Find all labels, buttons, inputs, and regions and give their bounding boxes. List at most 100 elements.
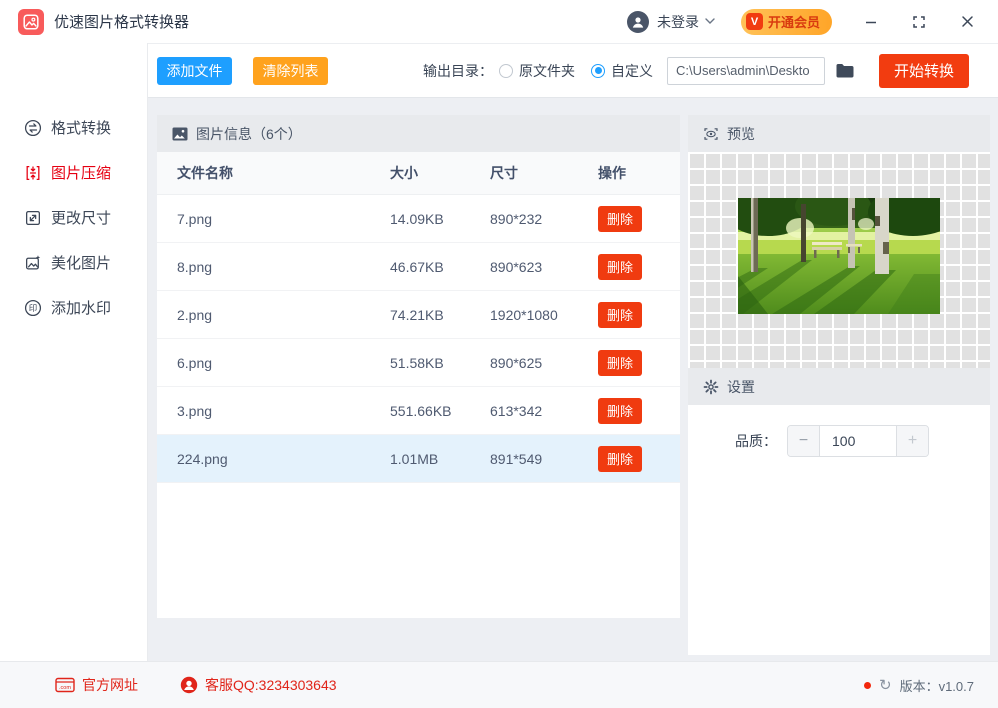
delete-button[interactable]: 删除 [598, 445, 642, 472]
quality-setting: 品质： − + [688, 405, 990, 457]
file-dims-cell: 891*549 [490, 450, 543, 467]
delete-button[interactable]: 删除 [598, 253, 642, 280]
sidebar-item-label: 图片压缩 [51, 165, 112, 182]
sidebar-nav: 格式转换 图片压缩 更改尺寸 美化图片 印 添加水印 [0, 43, 148, 661]
login-status[interactable]: 未登录 [657, 12, 699, 32]
sidebar-item-image-compress[interactable]: 图片压缩 [0, 150, 147, 195]
svg-text:.com: .com [59, 685, 71, 691]
radio-custom[interactable]: 自定义 [591, 61, 653, 81]
app-window: 优速图片格式转换器 未登录 V 开通会员 格式转换 图片压缩 更改尺寸 美化图片… [0, 0, 998, 708]
file-action-cell: 删除 [598, 205, 680, 232]
quality-stepper: − + [787, 425, 929, 457]
file-info-panel: 图片信息（6个） 文件名称 大小 尺寸 操作 7.png 14.09KB 890… [157, 115, 680, 618]
output-dir-label: 输出目录： [423, 62, 493, 79]
file-size-cell: 46.67KB [390, 258, 444, 275]
file-name-cell: 3.png [177, 402, 213, 419]
table-row[interactable]: 8.png 46.67KB 890*623 删除 [157, 243, 680, 291]
quality-input[interactable] [820, 426, 896, 456]
svg-text:印: 印 [29, 303, 37, 313]
file-action-cell: 删除 [598, 253, 680, 280]
preview-image[interactable] [738, 198, 940, 314]
file-size-cell: 1.01MB [390, 450, 439, 467]
version-area: ↻ 版本：v1.0.7 [864, 676, 974, 695]
picture-icon [172, 127, 188, 140]
sidebar-item-label: 格式转换 [51, 120, 112, 137]
file-info-title: 图片信息（6个） [196, 125, 302, 142]
service-qq-label: 客服QQ:3234303643 [205, 677, 337, 693]
user-avatar-icon[interactable] [626, 10, 649, 33]
col-dimensions: 尺寸 [490, 165, 518, 181]
output-path-input[interactable] [667, 56, 825, 85]
resize-icon [26, 210, 40, 225]
titlebar-controls: 未登录 V 开通会员 [626, 8, 976, 35]
right-panel: 预览 设置 品质： − 100 + [688, 115, 990, 655]
sidebar-item-beautify[interactable]: 美化图片 [0, 240, 147, 285]
sidebar-item-label: 美化图片 [51, 255, 112, 272]
file-name-cell: 8.png [177, 258, 213, 275]
file-name-cell: 6.png [177, 354, 213, 371]
status-dot [864, 681, 871, 689]
file-dims-cell: 890*625 [490, 354, 543, 371]
table-row[interactable]: 6.png 51.58KB 890*625 删除 [157, 339, 680, 387]
file-size-cell: 14.09KB [390, 210, 444, 227]
delete-button[interactable]: 删除 [598, 349, 642, 376]
delete-button[interactable]: 删除 [598, 205, 642, 232]
maximize-button[interactable] [910, 13, 928, 31]
close-button[interactable] [958, 13, 976, 31]
col-size: 大小 [390, 165, 418, 181]
quality-increase-button[interactable]: + [896, 426, 928, 456]
file-table-body: 7.png 14.09KB 890*232 删除 8.png 46.67KB 8… [157, 195, 680, 483]
sidebar-item-format-convert[interactable]: 格式转换 [0, 105, 147, 150]
official-website-link[interactable]: .com 官方网址 [55, 675, 138, 695]
browse-folder-button[interactable] [835, 62, 855, 79]
official-website-label: 官方网址 [82, 677, 138, 693]
folder-icon [836, 64, 854, 78]
preview-area [688, 152, 990, 368]
radio-original-circle[interactable] [499, 63, 513, 78]
quality-label: 品质： [735, 433, 777, 449]
file-dims-cell: 890*232 [490, 210, 543, 227]
vip-button-label: 开通会员 [767, 15, 820, 30]
delete-button[interactable]: 删除 [598, 397, 642, 424]
app-logo-icon [18, 8, 44, 35]
minimize-button[interactable] [862, 13, 880, 31]
vip-badge-icon: V [745, 13, 763, 30]
settings-header: 设置 [688, 368, 990, 405]
sidebar-item-resize[interactable]: 更改尺寸 [0, 195, 147, 240]
clear-list-button[interactable]: 清除列表 [253, 56, 328, 85]
open-vip-button[interactable]: V 开通会员 [740, 8, 832, 35]
sidebar-item-label: 添加水印 [51, 300, 112, 317]
radio-custom-circle[interactable] [591, 63, 605, 78]
col-action: 操作 [598, 165, 626, 181]
table-row[interactable]: 2.png 74.21KB 1920*1080 删除 [157, 291, 680, 339]
file-dims-cell: 1920*1080 [490, 306, 558, 323]
file-size-cell: 74.21KB [390, 306, 444, 323]
file-name-cell: 2.png [177, 306, 213, 323]
refresh-icon[interactable]: ↻ [879, 676, 892, 694]
file-size-cell: 551.66KB [390, 402, 452, 419]
table-row[interactable]: 224.png 1.01MB 891*549 删除 [157, 435, 680, 483]
file-name-cell: 224.png [177, 450, 228, 467]
add-files-button[interactable]: 添加文件 [157, 56, 232, 85]
table-row[interactable]: 7.png 14.09KB 890*232 删除 [157, 195, 680, 243]
table-column-header: 文件名称 大小 尺寸 操作 [157, 152, 680, 195]
chevron-down-icon[interactable] [705, 18, 715, 25]
radio-original-folder[interactable]: 原文件夹 [499, 61, 575, 81]
file-size-cell: 51.58KB [390, 354, 444, 371]
beautify-image-icon [26, 254, 41, 269]
delete-button[interactable]: 删除 [598, 301, 642, 328]
customer-service-icon [180, 676, 198, 694]
preview-header: 预览 [688, 115, 990, 152]
preview-eye-icon [704, 127, 718, 140]
file-action-cell: 删除 [598, 349, 680, 376]
version-label: 版本：v1.0.7 [899, 678, 974, 694]
table-row[interactable]: 3.png 551.66KB 613*342 删除 [157, 387, 680, 435]
sidebar-item-watermark[interactable]: 印 添加水印 [0, 285, 147, 330]
quality-decrease-button[interactable]: − [788, 426, 820, 456]
app-title: 优速图片格式转换器 [54, 14, 190, 31]
service-qq-link[interactable]: 客服QQ:3234303643 [180, 675, 337, 695]
start-convert-button[interactable]: 开始转换 [879, 53, 969, 88]
file-action-cell: 删除 [598, 397, 680, 424]
file-name-cell: 7.png [177, 210, 213, 227]
file-action-cell: 删除 [598, 445, 680, 472]
